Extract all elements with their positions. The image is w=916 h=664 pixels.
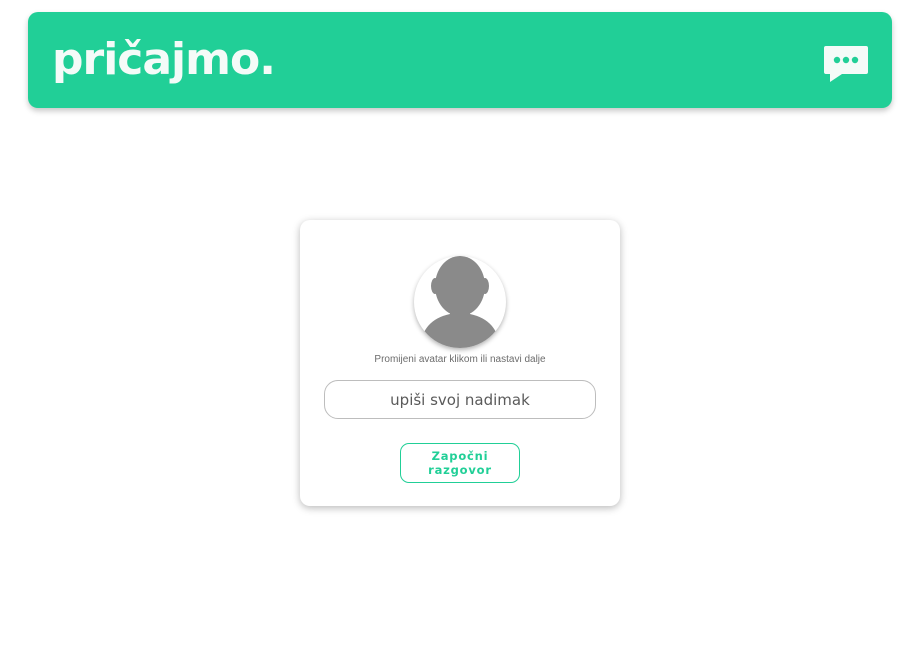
nickname-input[interactable] xyxy=(324,380,596,419)
app-header: pričajmo. xyxy=(28,12,892,108)
chat-bubble-dots-icon[interactable] xyxy=(822,44,870,84)
avatar-hint-text: Promijeni avatar klikom ili nastavi dalj… xyxy=(374,354,546,365)
default-user-avatar-icon xyxy=(420,256,500,348)
app-logo: pričajmo. xyxy=(52,34,276,85)
avatar-picker[interactable] xyxy=(414,256,506,348)
login-card: Promijeni avatar klikom ili nastavi dalj… xyxy=(300,220,620,506)
start-conversation-button[interactable]: Započni razgovor xyxy=(400,443,520,483)
